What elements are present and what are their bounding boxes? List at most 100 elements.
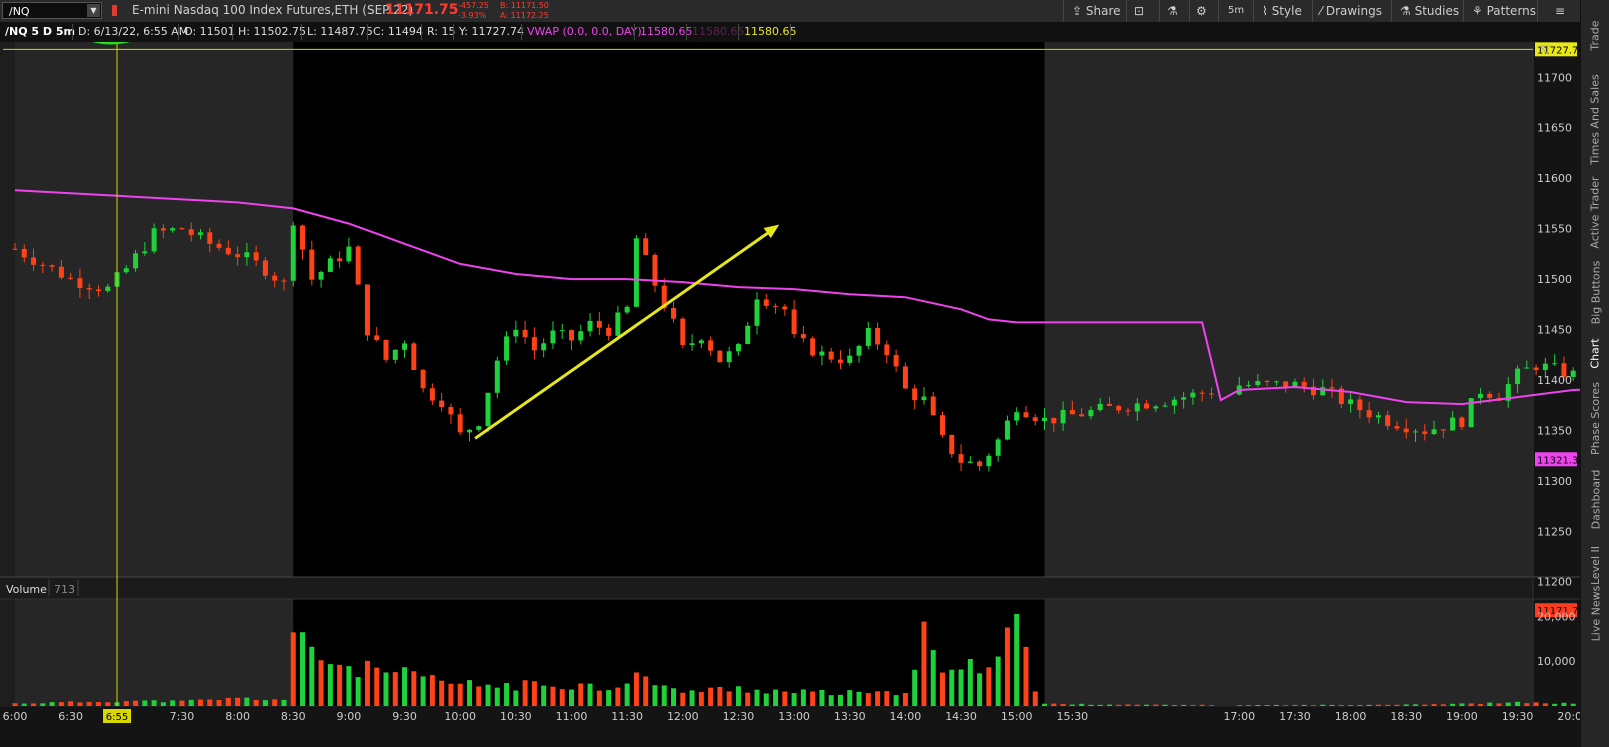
flask-button[interactable]: ⚗ xyxy=(1167,3,1178,19)
candle-body xyxy=(485,392,491,427)
sidebar-tab-trade[interactable]: Trade xyxy=(1581,8,1609,62)
candle-body xyxy=(837,359,843,363)
volume-bar xyxy=(1366,704,1372,706)
grid-layout-button[interactable]: ⊡ xyxy=(1134,3,1144,19)
symbol-input[interactable]: /NQ ▼ xyxy=(2,2,102,19)
x-tick-label: 9:30 xyxy=(392,710,417,723)
volume-bar xyxy=(513,690,519,706)
candle-body xyxy=(1190,392,1196,398)
volume-title: Volume xyxy=(6,583,47,596)
candle-body xyxy=(77,278,83,288)
candle-body xyxy=(86,287,92,290)
volume-bar xyxy=(318,660,324,706)
volume-bar xyxy=(1032,691,1038,706)
candle-body xyxy=(615,312,621,336)
candle-body xyxy=(133,253,139,269)
volume-header xyxy=(0,577,1533,599)
vwap-value-3: 11580.65 xyxy=(744,25,797,38)
volume-bar xyxy=(133,700,139,706)
volume-bar xyxy=(773,689,779,706)
candle-body xyxy=(1116,405,1122,411)
sidebar-tab-phase-scores[interactable]: Phase Scores xyxy=(1581,378,1609,458)
candle-body xyxy=(318,271,324,280)
candle-body xyxy=(392,349,398,360)
volume-bar xyxy=(596,690,602,706)
share-icon: ⇪ xyxy=(1072,4,1083,18)
volume-bar xyxy=(383,672,389,706)
candle-body xyxy=(856,345,862,356)
volume-bar xyxy=(1190,705,1196,706)
candle-body xyxy=(884,344,890,355)
sidebar-tab-dashboard[interactable]: Dashboard xyxy=(1581,462,1609,536)
volume-session-shading xyxy=(15,599,294,706)
volume-bar xyxy=(160,702,166,706)
menu-button[interactable]: ≡ xyxy=(1555,3,1565,19)
timeframe-label: 5m xyxy=(1228,5,1245,16)
sidebar-tab-level-ii[interactable]: Level II xyxy=(1581,540,1609,590)
x-tick-label: 11:00 xyxy=(556,710,588,723)
candle-body xyxy=(1533,367,1539,371)
style-button[interactable]: ⌇ Style xyxy=(1262,3,1302,19)
sidebar-tab-live-news[interactable]: Live News xyxy=(1581,585,1609,641)
volume-bar xyxy=(763,693,769,706)
volume-bar xyxy=(671,688,677,706)
candle-body xyxy=(1403,428,1409,433)
volume-bar xyxy=(402,667,408,706)
candle-body xyxy=(596,320,602,328)
volume-bar xyxy=(726,691,732,706)
volume-bar xyxy=(281,699,287,706)
volume-bar xyxy=(875,691,881,706)
volume-bar xyxy=(374,667,380,706)
flag-icon[interactable] xyxy=(112,5,117,16)
volume-bar xyxy=(290,632,296,706)
candle-body xyxy=(1106,403,1112,406)
share-button[interactable]: ⇪ Share xyxy=(1072,3,1121,19)
patterns-icon: ⚘ xyxy=(1472,4,1483,18)
volume-bar xyxy=(1051,703,1057,706)
price-change: -457.25 -3.93% xyxy=(458,1,489,21)
volume-bar xyxy=(337,664,343,706)
volume-bar xyxy=(1125,704,1131,706)
price-chart[interactable]: 11200 11250 11300 11350 11400 11450 11500 11550… xyxy=(0,42,1580,747)
timeframe-button[interactable]: 5m xyxy=(1228,3,1244,19)
drawings-button[interactable]: ⁄ Drawings xyxy=(1320,3,1382,19)
volume-bar xyxy=(856,691,862,706)
volume-bar xyxy=(355,677,361,706)
volume-bar xyxy=(986,667,992,706)
volume-bar xyxy=(800,689,806,706)
candle-body xyxy=(31,257,37,265)
vwap-value-1: 11580.65 xyxy=(640,25,693,38)
candle-body xyxy=(1413,431,1419,433)
studies-button[interactable]: ⚗ Studies xyxy=(1400,3,1459,19)
sidebar-tab-times-and-sales[interactable]: Times And Sales xyxy=(1581,70,1609,168)
flask-icon: ⚗ xyxy=(1400,4,1411,18)
volume-y-tick-label: 10,000 xyxy=(1537,655,1576,668)
cursor-time-label: 6:55 xyxy=(106,712,128,723)
volume-bar xyxy=(1255,704,1261,706)
volume-bar xyxy=(1088,704,1094,706)
sidebar-tab-big-buttons[interactable]: Big Buttons xyxy=(1581,255,1609,330)
candle-body xyxy=(977,461,983,467)
candle-body xyxy=(68,277,74,279)
sidebar-tab-active-trader[interactable]: Active Trader xyxy=(1581,172,1609,252)
volume-bar xyxy=(207,699,213,706)
chart-period[interactable]: /NQ 5 D 5m xyxy=(5,25,75,38)
volume-bar xyxy=(1459,703,1465,706)
candle-body xyxy=(1450,417,1456,431)
candle-body xyxy=(569,330,574,341)
vwap-study-label[interactable]: VWAP (0.0, 0.0, DAY) xyxy=(527,25,642,38)
candle-body xyxy=(40,264,46,266)
candle-body xyxy=(170,228,176,231)
patterns-button[interactable]: ⚘ Patterns xyxy=(1472,3,1536,19)
x-tick-label: 15:00 xyxy=(1001,710,1033,723)
volume-bar xyxy=(1116,704,1122,706)
sidebar-tab-chart[interactable]: Chart xyxy=(1581,334,1609,372)
settings-button[interactable]: ⚙ xyxy=(1196,3,1207,19)
volume-bar xyxy=(49,702,55,706)
candle-body xyxy=(559,330,565,332)
chevron-down-icon[interactable]: ▼ xyxy=(87,4,100,17)
volume-bar xyxy=(550,686,556,706)
candle-body xyxy=(875,328,881,345)
candle-body xyxy=(1023,412,1029,418)
volume-bar xyxy=(262,700,268,706)
